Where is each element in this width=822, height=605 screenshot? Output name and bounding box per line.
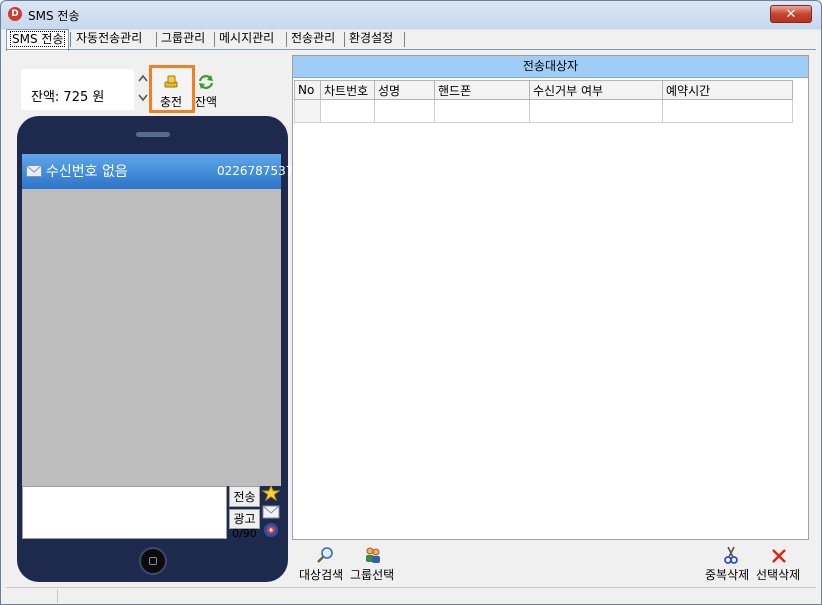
tab-label: SMS 전송 — [10, 31, 66, 47]
delete-selected-button[interactable]: 선택삭제 — [756, 566, 800, 583]
window-title: SMS 전송 — [28, 9, 80, 23]
send-button[interactable]: 전송 — [229, 486, 260, 507]
tab-divider — [286, 32, 287, 47]
tab-sms-send[interactable]: SMS 전송 — [6, 29, 70, 51]
group-select-button[interactable]: 그룹선택 — [350, 566, 394, 583]
scissors-icon[interactable] — [722, 546, 740, 564]
star-icon[interactable] — [262, 485, 280, 501]
envelope-icon — [26, 165, 42, 177]
tab-group-management[interactable]: 그룹관리 — [158, 29, 208, 49]
receiver-number-text: 수신번호 없음 — [46, 164, 128, 180]
search-target-button[interactable]: 대상검색 — [299, 566, 343, 583]
magnifier-icon[interactable] — [316, 546, 334, 564]
tab-auto-send[interactable]: 자동전송관리 — [73, 29, 145, 49]
table-row[interactable] — [294, 99, 793, 123]
tab-send-management[interactable]: 전송관리 — [288, 29, 338, 49]
title-bar[interactable] — [1, 1, 821, 29]
column-header-chart-no[interactable]: 차트번호 — [320, 80, 375, 100]
coins-icon — [164, 75, 178, 88]
table-cell[interactable] — [662, 99, 793, 123]
tab-divider — [214, 32, 215, 47]
column-header-reserve-time[interactable]: 예약시간 — [662, 80, 793, 100]
tab-underline — [6, 49, 816, 50]
table-cell[interactable] — [434, 99, 530, 123]
recipient-grid-panel — [292, 55, 809, 540]
people-icon[interactable] — [364, 546, 382, 564]
balance-spinner[interactable] — [137, 72, 149, 104]
app-icon: D — [8, 7, 22, 21]
chevron-down-icon[interactable] — [138, 94, 148, 102]
status-bar — [6, 587, 816, 604]
balance-text: 잔액: 725 원 — [31, 90, 105, 105]
table-cell[interactable] — [374, 99, 435, 123]
home-square-icon — [149, 557, 157, 565]
table-header-row: No 차트번호 성명 핸드폰 수신거부 여부 예약시간 — [294, 80, 793, 100]
tab-divider — [344, 32, 345, 47]
dedupe-delete-button[interactable]: 중복삭제 — [705, 566, 749, 583]
chevron-up-icon[interactable] — [138, 74, 148, 82]
delete-x-icon[interactable] — [770, 547, 788, 565]
recipient-table[interactable]: No 차트번호 성명 핸드폰 수신거부 여부 예약시간 — [294, 80, 793, 123]
column-header-reject[interactable]: 수신거부 여부 — [529, 80, 663, 100]
tab-settings[interactable]: 환경설정 — [346, 29, 396, 49]
tab-divider — [404, 32, 405, 47]
charge-label: 충전 — [160, 95, 183, 109]
column-header-phone[interactable]: 핸드폰 — [434, 80, 530, 100]
phone-speaker — [136, 132, 170, 137]
tab-bar: SMS 전송 자동전송관리 그룹관리 메시지관리 전송관리 환경설정 — [6, 29, 816, 51]
table-cell[interactable] — [320, 99, 375, 123]
sender-number: 0226787537 — [217, 164, 294, 178]
message-input[interactable] — [22, 486, 227, 539]
refresh-icon[interactable] — [197, 73, 215, 91]
column-header-no[interactable]: No — [294, 80, 321, 100]
recipient-grid-caption: 전송대상자 — [293, 56, 808, 78]
phone-screen — [22, 154, 281, 486]
table-cell[interactable] — [529, 99, 663, 123]
column-header-name[interactable]: 성명 — [374, 80, 435, 100]
status-bar-cell — [6, 589, 58, 603]
tab-divider — [70, 32, 71, 47]
tab-divider — [156, 32, 157, 47]
bug-icon[interactable] — [262, 522, 280, 538]
ad-button[interactable]: 광고 — [229, 509, 260, 529]
table-cell[interactable] — [294, 99, 321, 123]
tab-message-management[interactable]: 메시지관리 — [216, 29, 277, 49]
char-count: 0/90 — [232, 527, 257, 540]
close-button[interactable]: ✕ — [770, 5, 812, 23]
envelope-icon[interactable] — [262, 505, 280, 519]
refresh-balance-label[interactable]: 잔액 — [195, 93, 217, 110]
